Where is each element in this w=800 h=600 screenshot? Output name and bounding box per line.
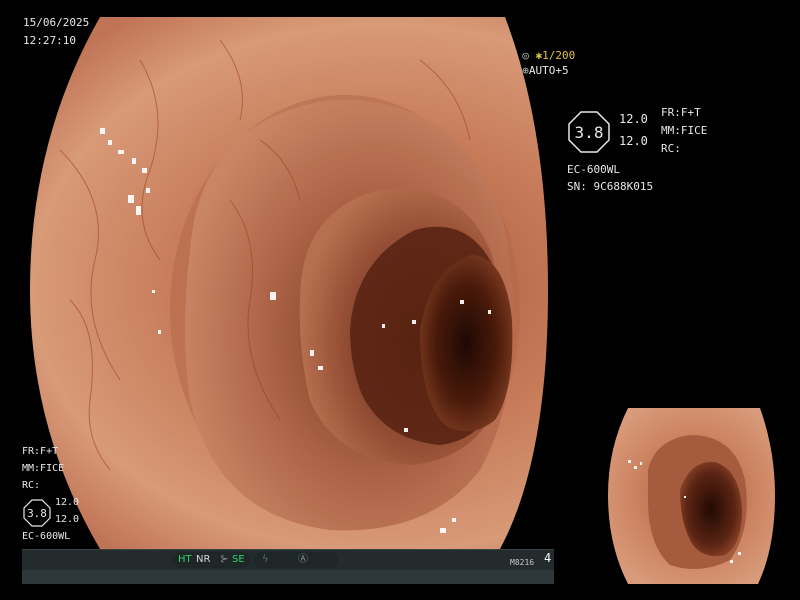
right-value-2: 12.0	[619, 134, 648, 148]
auto-value: AUTO+5	[528, 64, 569, 77]
left-scope-model: EC-600WL	[22, 531, 71, 542]
se-indicator: SE	[232, 554, 245, 565]
time-label: 12:27:10	[23, 34, 76, 47]
device-code: M8216	[510, 558, 535, 567]
left-value-1: 12.0	[55, 497, 80, 508]
ht-indicator: HT	[178, 554, 192, 565]
left-setting-rc: RC:	[22, 480, 41, 491]
left-setting-mm: MM:FICE	[22, 463, 65, 474]
camera-icon: ⊱	[220, 554, 229, 565]
scope-icon: Ⓐ	[298, 554, 308, 565]
page-number: 4	[544, 551, 552, 565]
octagon-value: 3.8	[574, 122, 604, 142]
status-pill-ht-nr: HT NR ⊱ SE	[172, 552, 250, 568]
left-value-2: 12.0	[55, 514, 80, 525]
nr-indicator: NR	[196, 554, 211, 565]
right-scope-model: EC-600WL	[567, 163, 620, 176]
right-setting-fr: FR:F+T	[661, 106, 701, 119]
auto-indicator: ⊕AUTO+5	[509, 51, 569, 77]
left-iris-octagon: 3.8	[23, 499, 51, 527]
right-value-1: 12.0	[619, 112, 648, 126]
status-bar: HT NR ⊱ SE ϟ Ⓐ M8216 4	[22, 549, 554, 584]
left-setting-fr: FR:F+T	[22, 446, 59, 457]
left-octagon-value: 3.8	[27, 506, 47, 520]
settings-dial-icon: ⊕	[522, 64, 529, 77]
iris-octagon: 3.8	[568, 111, 610, 153]
status-strip	[22, 570, 554, 584]
right-serial: SN: 9C688K015	[567, 180, 654, 193]
right-setting-mm: MM:FICE	[661, 124, 708, 137]
date-label: 15/06/2025	[23, 16, 90, 29]
endoscope-pip-view	[608, 408, 775, 584]
status-pill-icons: ϟ Ⓐ	[254, 552, 338, 568]
right-setting-rc: RC:	[661, 142, 681, 155]
lightning-icon: ϟ	[262, 554, 269, 565]
